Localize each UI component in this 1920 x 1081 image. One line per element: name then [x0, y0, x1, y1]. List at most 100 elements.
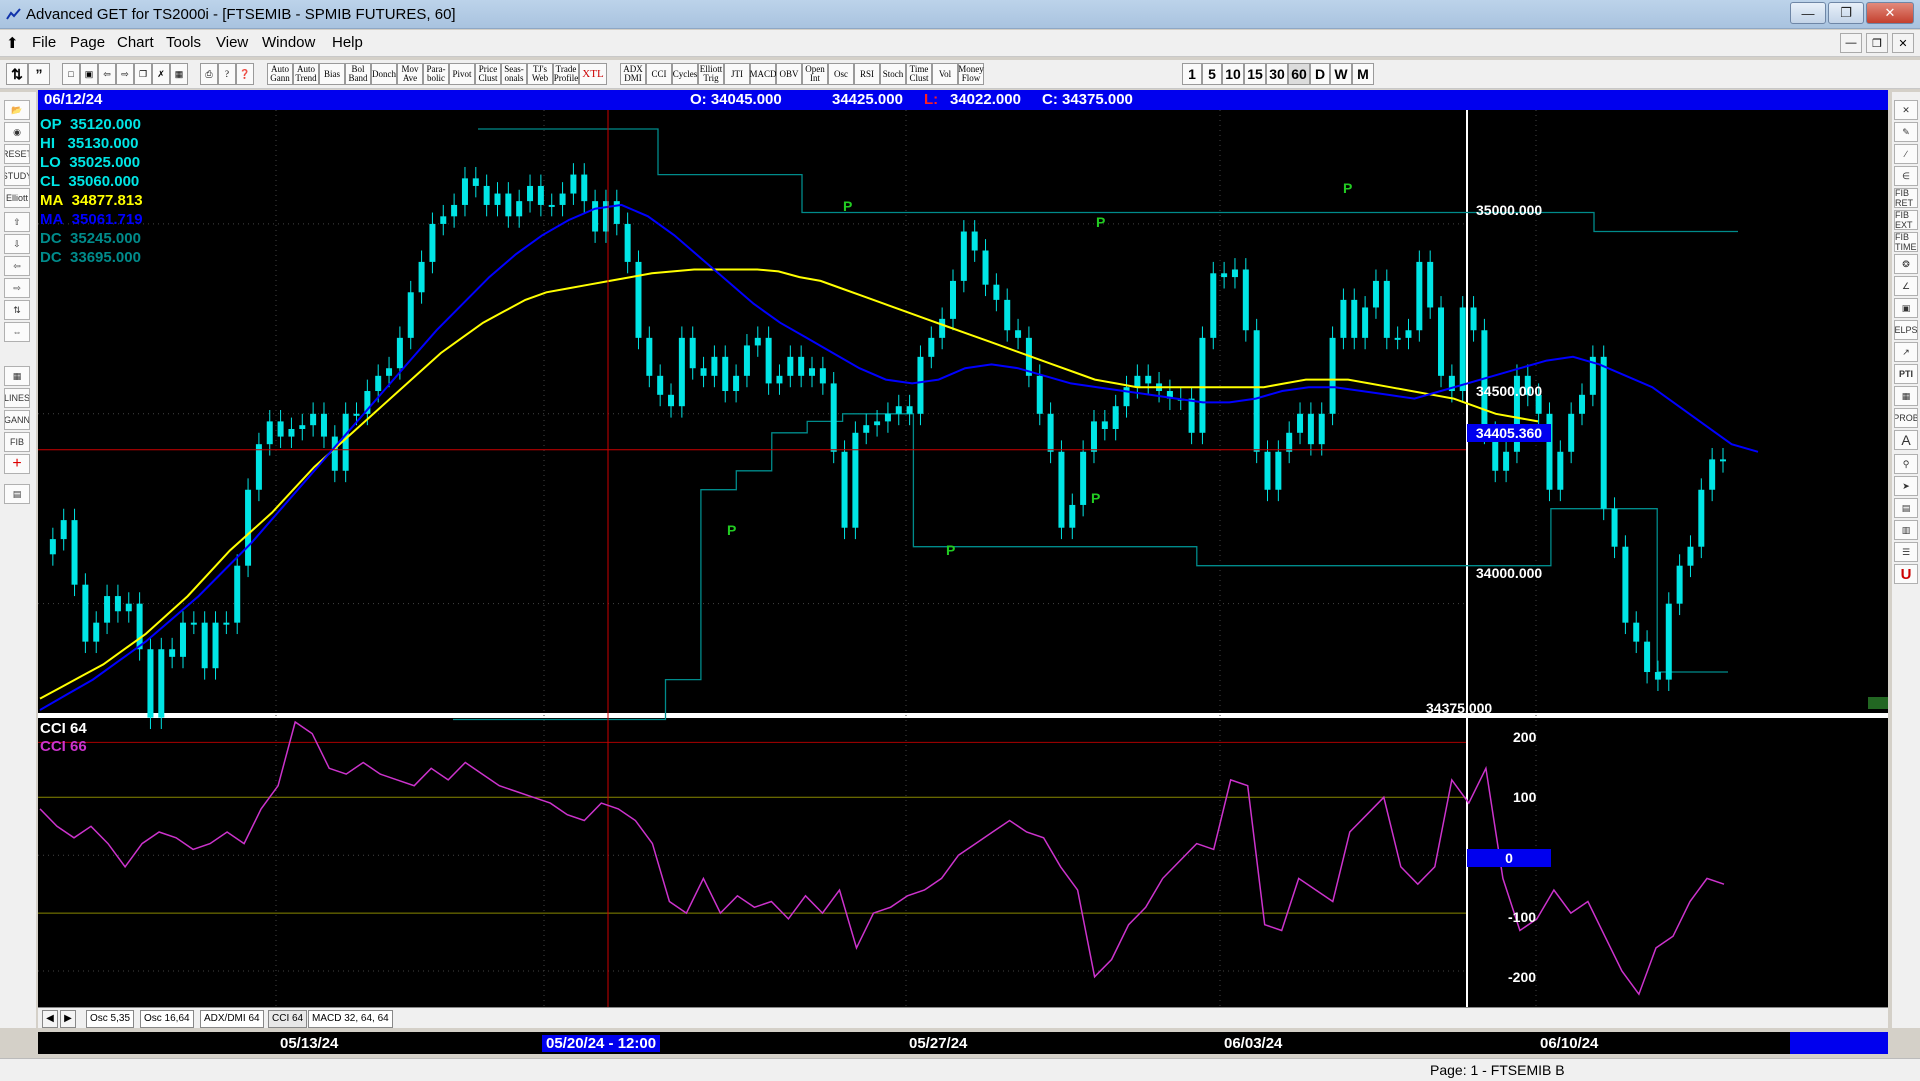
arrow-right-icon[interactable]: ⇨: [4, 278, 30, 298]
help-icon[interactable]: ❓: [236, 63, 254, 85]
scroll-right-icon[interactable]: ⇨: [116, 63, 134, 85]
study-button-auto-trend[interactable]: Auto Trend: [293, 63, 319, 85]
box-icon[interactable]: ▣: [1894, 298, 1918, 318]
menu-page[interactable]: Page: [70, 34, 105, 51]
child-close-button[interactable]: ✕: [1892, 33, 1914, 53]
interval-button-w[interactable]: W: [1330, 63, 1352, 85]
cursor-icon[interactable]: ⇅: [6, 63, 28, 85]
minimize-button[interactable]: —: [1790, 2, 1826, 24]
study-button[interactable]: STUDY: [4, 166, 30, 186]
copy-icon[interactable]: ❐: [134, 63, 152, 85]
menu-tools[interactable]: Tools: [166, 34, 201, 51]
menu-help[interactable]: Help: [332, 34, 363, 51]
properties-icon[interactable]: ▤: [4, 484, 30, 504]
study-button-donch[interactable]: Donch: [371, 63, 397, 85]
trendline-icon[interactable]: ∕: [1894, 144, 1918, 164]
osc-button-macd[interactable]: MACD: [750, 63, 777, 85]
study-button-seasonals[interactable]: Seas-onals: [501, 63, 527, 85]
quote-icon[interactable]: ”: [28, 63, 50, 85]
study-button-trade-profile[interactable]: Trade Profile: [553, 63, 579, 85]
interval-button-60[interactable]: 60: [1288, 63, 1310, 85]
study-button-bias[interactable]: Bias: [319, 63, 345, 85]
menu-chart[interactable]: Chart: [117, 34, 154, 51]
chart-svg[interactable]: [38, 110, 1888, 1010]
crosshair-icon[interactable]: +: [4, 454, 30, 474]
hint-icon[interactable]: ?: [218, 63, 236, 85]
table-icon[interactable]: ▦: [4, 366, 30, 386]
osc-button-cci[interactable]: CCI: [646, 63, 672, 85]
lines-button[interactable]: LINES: [4, 388, 30, 408]
document-icon[interactable]: ⬆: [6, 34, 19, 52]
restore-button[interactable]: ❐: [1828, 2, 1864, 24]
tab-cci-64[interactable]: CCI 64: [268, 1010, 308, 1028]
interval-button-1[interactable]: 1: [1182, 63, 1202, 85]
fib-button[interactable]: FIB: [4, 432, 30, 452]
osc-button-vol[interactable]: Vol: [932, 63, 958, 85]
gann-button[interactable]: GANN: [4, 410, 30, 430]
study-button-xtl[interactable]: XTL: [579, 63, 607, 85]
fib-time-button[interactable]: FIB TIME: [1894, 232, 1918, 252]
study-button-price-clust[interactable]: Price Clust: [475, 63, 501, 85]
close-button[interactable]: ✕: [1866, 2, 1914, 24]
osc-button-money-flow[interactable]: Money Flow: [958, 63, 984, 85]
interval-button-d[interactable]: D: [1310, 63, 1330, 85]
interval-button-m[interactable]: M: [1352, 63, 1374, 85]
fan-icon[interactable]: ∠: [1894, 276, 1918, 296]
study-button-bol-band[interactable]: Bol Band: [345, 63, 371, 85]
menu-view[interactable]: View: [216, 34, 248, 51]
pointer-icon[interactable]: ➤: [1894, 476, 1918, 496]
chart-area[interactable]: OP 35120.000 HI 35130.000 LO 35025.000 C…: [38, 110, 1888, 1010]
ellipse-button[interactable]: ELPS: [1894, 320, 1918, 340]
study-button-auto-gann[interactable]: Auto Gann: [267, 63, 293, 85]
print-icon[interactable]: ⎙: [200, 63, 218, 85]
arrow-left-icon[interactable]: ⇦: [4, 256, 30, 276]
osc-button-jti[interactable]: JTI: [724, 63, 750, 85]
osc-button-cycles[interactable]: Cycles: [672, 63, 698, 85]
menu-file[interactable]: File: [32, 34, 56, 51]
arrow-down-icon[interactable]: ⇩: [4, 234, 30, 254]
tab-osc-16-64[interactable]: Osc 16,64: [140, 1010, 194, 1028]
magnet-button[interactable]: U: [1894, 564, 1918, 584]
interval-button-5[interactable]: 5: [1202, 63, 1222, 85]
fib-ext-button[interactable]: FIB EXT: [1894, 210, 1918, 230]
study-button-parabolic[interactable]: Para-bolic: [423, 63, 449, 85]
measure-icon[interactable]: ↗: [1894, 342, 1918, 362]
study-button-pivot[interactable]: Pivot: [449, 63, 475, 85]
arrow-up-icon[interactable]: ⇧: [4, 212, 30, 232]
menu-window[interactable]: Window: [262, 34, 315, 51]
fib-ret-button[interactable]: FIB RET: [1894, 188, 1918, 208]
osc-button-time-clust[interactable]: Time Clust: [906, 63, 932, 85]
channel-icon[interactable]: ∈: [1894, 166, 1918, 186]
zoom-out-icon[interactable]: ⇔: [4, 322, 30, 342]
interval-button-30[interactable]: 30: [1266, 63, 1288, 85]
pti-button[interactable]: PTI: [1894, 364, 1918, 384]
reset-button[interactable]: RESET: [4, 144, 30, 164]
prob-button[interactable]: PROB: [1894, 408, 1918, 428]
delete-icon[interactable]: ✗: [152, 63, 170, 85]
osc-button-obv[interactable]: OBV: [776, 63, 802, 85]
text-tool-button[interactable]: A: [1894, 430, 1918, 450]
tab-osc-5-35[interactable]: Osc 5,35: [86, 1010, 135, 1028]
glasses-icon[interactable]: ◉: [4, 122, 30, 142]
list-icon[interactable]: ☰: [1894, 542, 1918, 562]
tab-adx-dmi-64[interactable]: ADX/DMI 64: [200, 1010, 264, 1028]
osc-button-adx-dmi[interactable]: ADX DMI: [620, 63, 646, 85]
osc-button-rsi[interactable]: RSI: [854, 63, 880, 85]
study-button-tjs-web[interactable]: TJ's Web: [527, 63, 553, 85]
child-restore-button[interactable]: ❐: [1866, 33, 1888, 53]
folder-icon[interactable]: 📂: [4, 100, 30, 120]
new-page-icon[interactable]: □: [62, 63, 80, 85]
zoom-in-icon[interactable]: ⇅: [4, 300, 30, 320]
magnifier-icon[interactable]: ⚲: [1894, 454, 1918, 474]
interval-button-10[interactable]: 10: [1222, 63, 1244, 85]
grid-icon[interactable]: ▦: [170, 63, 188, 85]
interval-button-15[interactable]: 15: [1244, 63, 1266, 85]
pencil-icon[interactable]: ✎: [1894, 122, 1918, 142]
osc-button-open-int[interactable]: Open Int: [802, 63, 828, 85]
tab-prev-icon[interactable]: ◀: [42, 1010, 58, 1028]
child-minimize-button[interactable]: —: [1840, 33, 1862, 53]
elliott-button[interactable]: Elliott: [4, 188, 30, 208]
study-button-mov-ave[interactable]: Mov Ave: [397, 63, 423, 85]
tab-macd-32-64-64[interactable]: MACD 32, 64, 64: [308, 1010, 393, 1028]
osc-button-osc[interactable]: Osc: [828, 63, 854, 85]
